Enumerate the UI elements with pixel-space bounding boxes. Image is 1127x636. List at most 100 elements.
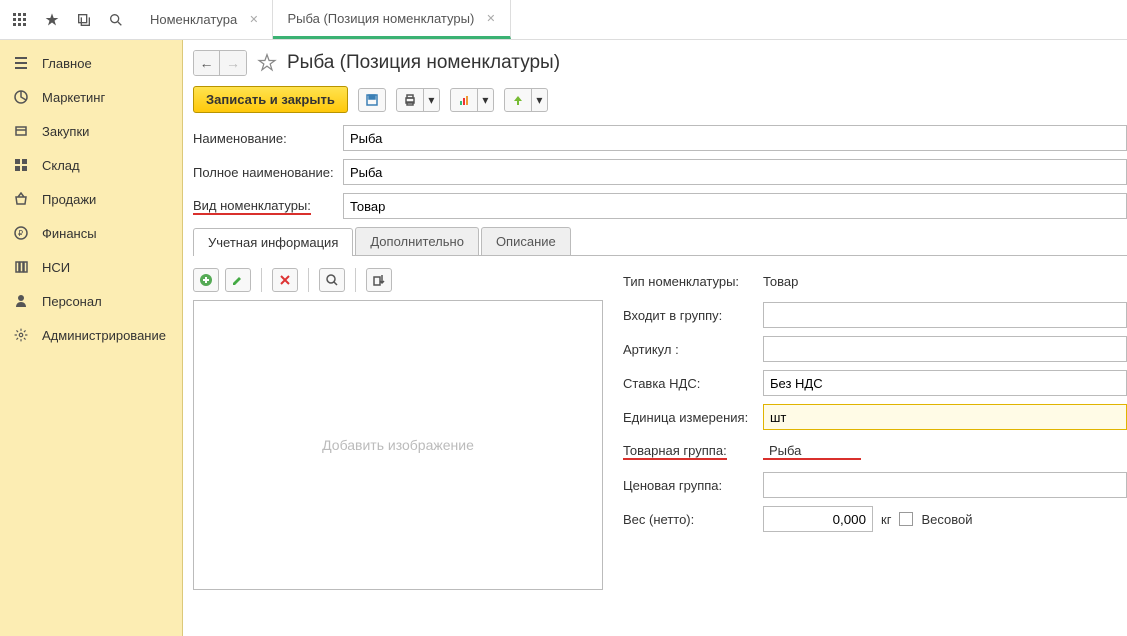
sidebar-item-personnel[interactable]: Персонал <box>0 284 182 318</box>
sidebar-label: Продажи <box>42 192 96 207</box>
books-icon <box>12 258 30 276</box>
close-icon[interactable]: ✕ <box>249 13 258 26</box>
row-name: Наименование: <box>193 125 1127 151</box>
tab-body: Добавить изображение Тип номенклатуры: Т… <box>193 256 1127 590</box>
sidebar-item-marketing[interactable]: Маркетинг <box>0 80 182 114</box>
search-icon[interactable] <box>102 6 130 34</box>
tab-label: Рыба (Позиция номенклатуры) <box>287 11 474 26</box>
tab-item[interactable]: Рыба (Позиция номенклатуры) ✕ <box>273 0 510 39</box>
pricegroup-input[interactable] <box>763 472 1127 498</box>
weight-unit: кг <box>881 512 891 527</box>
title-row: ← → Рыба (Позиция номенклатуры) <box>193 50 1127 76</box>
sidebar-item-admin[interactable]: Администрирование <box>0 318 182 352</box>
sidebar-item-main[interactable]: Главное <box>0 46 182 80</box>
weight-checkbox[interactable] <box>899 512 913 526</box>
article-label: Артикул : <box>623 342 763 357</box>
subtab-description[interactable]: Описание <box>481 227 571 255</box>
page-title: Рыба (Позиция номенклатуры) <box>287 52 560 74</box>
tab-nomenclature[interactable]: Номенклатура ✕ <box>136 0 273 39</box>
system-icons <box>0 0 136 39</box>
group-label: Входит в группу: <box>623 308 763 323</box>
favorite-star-icon[interactable] <box>257 53 277 73</box>
report-dropdown[interactable]: ▾ <box>478 88 494 112</box>
add-image-button[interactable] <box>193 268 219 292</box>
row-kind: Вид номенклатуры: <box>193 193 1127 219</box>
forward-button[interactable]: → <box>220 51 246 75</box>
fullname-label: Полное наименование: <box>193 165 343 180</box>
zoom-image-button[interactable] <box>319 268 345 292</box>
kind-label: Вид номенклатуры: <box>193 198 343 215</box>
vat-label: Ставка НДС: <box>623 376 763 391</box>
sidebar-label: Главное <box>42 56 92 71</box>
svg-text:₽: ₽ <box>18 229 23 238</box>
weight-label: Вес (нетто): <box>623 512 763 527</box>
pricegroup-label: Ценовая группа: <box>623 478 763 493</box>
group-input[interactable] <box>763 302 1127 328</box>
subtab-accounting[interactable]: Учетная информация <box>193 228 353 256</box>
kind-input[interactable] <box>343 193 1127 219</box>
top-toolbar: Номенклатура ✕ Рыба (Позиция номенклатур… <box>0 0 1127 40</box>
sidebar-item-purchases[interactable]: Закупки <box>0 114 182 148</box>
type-label: Тип номенклатуры: <box>623 274 763 289</box>
import-image-button[interactable] <box>366 268 392 292</box>
gear-icon <box>12 326 30 344</box>
command-bar: Записать и закрыть ▾ ▾ ▾ <box>193 86 1127 113</box>
delete-image-button[interactable] <box>272 268 298 292</box>
menu-icon <box>12 54 30 72</box>
prodgroup-value: Рыба <box>763 443 861 460</box>
content-area: ← → Рыба (Позиция номенклатуры) Записать… <box>183 40 1127 636</box>
star-icon[interactable] <box>38 6 66 34</box>
save-button[interactable] <box>358 88 386 112</box>
sidebar-label: НСИ <box>42 260 70 275</box>
sidebar-label: Маркетинг <box>42 90 105 105</box>
image-column: Добавить изображение <box>193 268 603 590</box>
weight-input[interactable] <box>763 506 873 532</box>
fullname-input[interactable] <box>343 159 1127 185</box>
sidebar-label: Склад <box>42 158 80 173</box>
close-icon[interactable]: ✕ <box>486 12 495 25</box>
back-button[interactable]: ← <box>194 51 220 75</box>
type-value: Товар <box>763 274 1127 289</box>
history-icon[interactable] <box>70 6 98 34</box>
properties-column: Тип номенклатуры: Товар Входит в группу:… <box>623 268 1127 590</box>
sub-tabs: Учетная информация Дополнительно Описани… <box>193 227 1127 256</box>
sidebar-item-finance[interactable]: ₽ Финансы <box>0 216 182 250</box>
unit-input[interactable] <box>763 404 1127 430</box>
name-input[interactable] <box>343 125 1127 151</box>
sidebar-item-sales[interactable]: Продажи <box>0 182 182 216</box>
report-button[interactable] <box>450 88 478 112</box>
article-input[interactable] <box>763 336 1127 362</box>
person-icon <box>12 292 30 310</box>
edit-image-button[interactable] <box>225 268 251 292</box>
sidebar-label: Финансы <box>42 226 97 241</box>
subtab-additional[interactable]: Дополнительно <box>355 227 479 255</box>
print-dropdown[interactable]: ▾ <box>424 88 440 112</box>
sidebar-label: Закупки <box>42 124 89 139</box>
sidebar-label: Персонал <box>42 294 102 309</box>
action-button[interactable] <box>504 88 532 112</box>
apps-icon[interactable] <box>6 6 34 34</box>
cart-icon <box>12 122 30 140</box>
tab-bar: Номенклатура ✕ Рыба (Позиция номенклатур… <box>136 0 511 39</box>
unit-label: Единица измерения: <box>623 410 763 425</box>
basket-icon <box>12 190 30 208</box>
weight-flag-label: Весовой <box>921 512 972 527</box>
grid-icon <box>12 156 30 174</box>
nav-buttons: ← → <box>193 50 247 76</box>
row-fullname: Полное наименование: <box>193 159 1127 185</box>
sidebar-label: Администрирование <box>42 328 166 343</box>
tab-label: Номенклатура <box>150 12 237 27</box>
save-close-button[interactable]: Записать и закрыть <box>193 86 348 113</box>
sidebar-item-warehouse[interactable]: Склад <box>0 148 182 182</box>
ruble-icon: ₽ <box>12 224 30 242</box>
action-dropdown[interactable]: ▾ <box>532 88 548 112</box>
pie-icon <box>12 88 30 106</box>
name-label: Наименование: <box>193 131 343 146</box>
image-toolbar <box>193 268 603 292</box>
prodgroup-label: Товарная группа: <box>623 443 763 460</box>
vat-input[interactable] <box>763 370 1127 396</box>
sidebar: Главное Маркетинг Закупки Склад Продажи … <box>0 40 183 636</box>
image-placeholder[interactable]: Добавить изображение <box>193 300 603 590</box>
print-button[interactable] <box>396 88 424 112</box>
sidebar-item-nsi[interactable]: НСИ <box>0 250 182 284</box>
